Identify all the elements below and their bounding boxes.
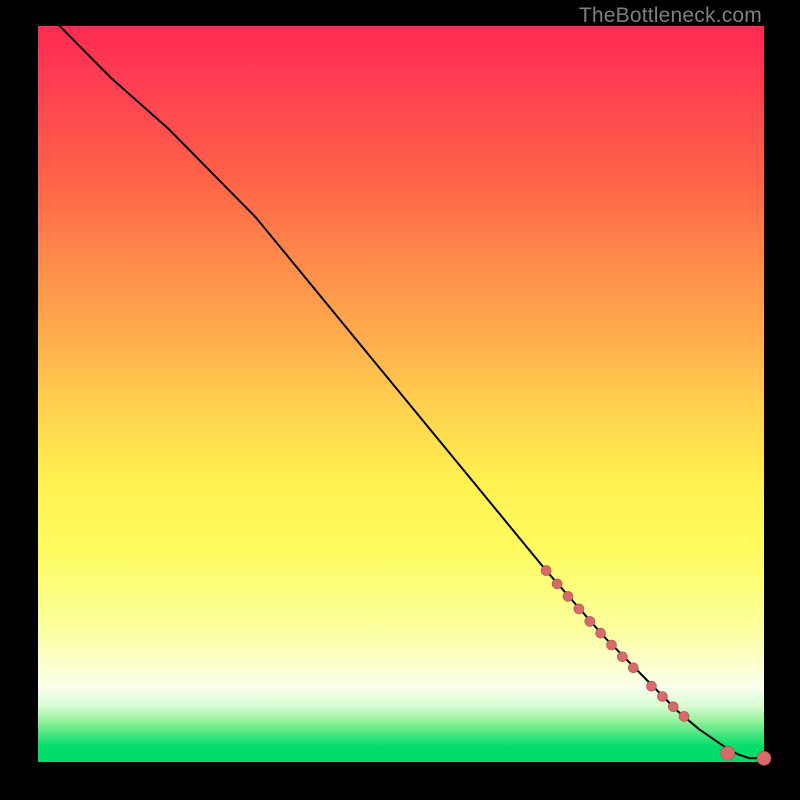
curve-path	[38, 4, 764, 758]
data-point	[647, 681, 657, 691]
dot-group	[541, 566, 771, 766]
data-point	[668, 702, 678, 712]
data-point	[721, 746, 735, 760]
data-point	[628, 663, 638, 673]
data-point	[563, 591, 573, 601]
data-point	[757, 751, 771, 765]
data-point	[617, 652, 627, 662]
data-point	[552, 579, 562, 589]
chart-overlay	[38, 26, 764, 762]
data-point	[679, 711, 689, 721]
data-point	[607, 640, 617, 650]
chart-frame: TheBottleneck.com	[0, 0, 800, 800]
data-point	[657, 692, 667, 702]
watermark-label: TheBottleneck.com	[579, 4, 762, 28]
data-point	[596, 628, 606, 638]
data-point	[585, 616, 595, 626]
data-point	[574, 604, 584, 614]
data-point	[541, 566, 551, 576]
